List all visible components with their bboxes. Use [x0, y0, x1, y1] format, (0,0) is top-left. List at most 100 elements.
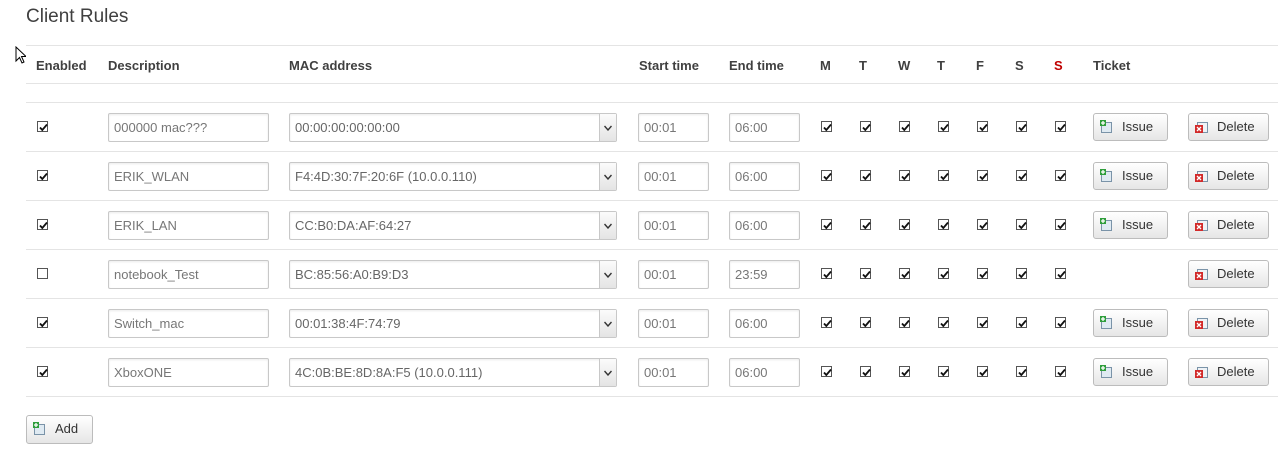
issue-ticket-button[interactable]: Issue: [1093, 162, 1168, 190]
day-monday-checkbox[interactable]: [821, 121, 832, 132]
delete-button[interactable]: Delete: [1188, 309, 1269, 337]
enabled-checkbox[interactable]: [37, 366, 48, 377]
mac-address-select[interactable]: CC:B0:DA:AF:64:27: [289, 211, 617, 240]
delete-button-label: Delete: [1217, 364, 1255, 379]
delete-button[interactable]: Delete: [1188, 162, 1269, 190]
day-wednesday-checkbox[interactable]: [899, 366, 910, 377]
end-time-input[interactable]: 23:59: [729, 260, 800, 289]
day-saturday-checkbox[interactable]: [1016, 317, 1027, 328]
chevron-down-icon[interactable]: [599, 359, 616, 386]
enabled-checkbox[interactable]: [37, 268, 48, 279]
day-thursday-checkbox[interactable]: [938, 170, 949, 181]
end-time-input[interactable]: 06:00: [729, 211, 800, 240]
day-thursday-checkbox[interactable]: [938, 317, 949, 328]
enabled-checkbox[interactable]: [37, 170, 48, 181]
day-tuesday-checkbox[interactable]: [860, 170, 871, 181]
day-tuesday-checkbox[interactable]: [860, 268, 871, 279]
description-input[interactable]: ERIK_WLAN: [108, 162, 269, 191]
start-time-input[interactable]: 00:01: [638, 309, 709, 338]
day-wednesday-checkbox[interactable]: [899, 268, 910, 279]
day-wednesday-checkbox[interactable]: [899, 219, 910, 230]
end-time-input[interactable]: 06:00: [729, 309, 800, 338]
day-friday-checkbox[interactable]: [977, 219, 988, 230]
description-input[interactable]: 000000 mac???: [108, 113, 269, 142]
delete-button[interactable]: Delete: [1188, 211, 1269, 239]
chevron-down-icon[interactable]: [599, 310, 616, 337]
delete-icon: [1195, 220, 1208, 231]
day-thursday-checkbox[interactable]: [938, 366, 949, 377]
add-button-label: Add: [55, 421, 79, 436]
chevron-down-icon[interactable]: [599, 163, 616, 190]
day-monday-checkbox[interactable]: [821, 219, 832, 230]
description-input[interactable]: XboxONE: [108, 358, 269, 387]
delete-button[interactable]: Delete: [1188, 113, 1269, 141]
add-button[interactable]: Add: [26, 415, 93, 444]
day-friday-checkbox[interactable]: [977, 170, 988, 181]
add-icon: [1100, 169, 1112, 182]
start-time-input[interactable]: 00:01: [638, 358, 709, 387]
day-wednesday-checkbox[interactable]: [899, 170, 910, 181]
start-time-input[interactable]: 00:01: [638, 162, 709, 191]
day-friday-checkbox[interactable]: [977, 268, 988, 279]
day-friday-checkbox[interactable]: [977, 317, 988, 328]
day-sunday-checkbox[interactable]: [1055, 268, 1066, 279]
mac-address-value: 4C:0B:BE:8D:8A:F5 (10.0.0.111): [295, 365, 483, 380]
day-tuesday-checkbox[interactable]: [860, 121, 871, 132]
start-time-input[interactable]: 00:01: [638, 211, 709, 240]
mac-address-select[interactable]: 00:01:38:4F:74:79: [289, 309, 617, 338]
chevron-down-icon[interactable]: [599, 261, 616, 288]
day-thursday-checkbox[interactable]: [938, 121, 949, 132]
day-saturday-checkbox[interactable]: [1016, 121, 1027, 132]
mac-address-select[interactable]: 4C:0B:BE:8D:8A:F5 (10.0.0.111): [289, 358, 617, 387]
day-wednesday-checkbox[interactable]: [899, 121, 910, 132]
day-sunday-checkbox[interactable]: [1055, 366, 1066, 377]
day-monday-checkbox[interactable]: [821, 268, 832, 279]
enabled-checkbox[interactable]: [37, 317, 48, 328]
description-input[interactable]: Switch_mac: [108, 309, 269, 338]
delete-icon: [1195, 122, 1208, 133]
day-sunday-checkbox[interactable]: [1055, 317, 1066, 328]
day-saturday-checkbox[interactable]: [1016, 366, 1027, 377]
description-input[interactable]: ERIK_LAN: [108, 211, 269, 240]
end-time-input[interactable]: 06:00: [729, 113, 800, 142]
delete-button[interactable]: Delete: [1188, 358, 1269, 386]
day-sunday-checkbox[interactable]: [1055, 121, 1066, 132]
day-sunday-checkbox[interactable]: [1055, 170, 1066, 181]
day-saturday-checkbox[interactable]: [1016, 219, 1027, 230]
day-thursday-checkbox[interactable]: [938, 219, 949, 230]
header-day-sunday: S: [1054, 58, 1063, 73]
start-time-input[interactable]: 00:01: [638, 260, 709, 289]
description-input[interactable]: notebook_Test: [108, 260, 269, 289]
issue-ticket-button[interactable]: Issue: [1093, 113, 1168, 141]
mac-address-select[interactable]: F4:4D:30:7F:20:6F (10.0.0.110): [289, 162, 617, 191]
table-row: ERIK_WLAN F4:4D:30:7F:20:6F (10.0.0.110)…: [26, 152, 1278, 201]
delete-button[interactable]: Delete: [1188, 260, 1269, 288]
issue-ticket-button[interactable]: Issue: [1093, 309, 1168, 337]
mac-address-select[interactable]: BC:85:56:A0:B9:D3: [289, 260, 617, 289]
day-friday-checkbox[interactable]: [977, 366, 988, 377]
day-thursday-checkbox[interactable]: [938, 268, 949, 279]
day-saturday-checkbox[interactable]: [1016, 170, 1027, 181]
start-time-input[interactable]: 00:01: [638, 113, 709, 142]
table-row: Switch_mac 00:01:38:4F:74:79 00:01 06:00 …: [26, 299, 1278, 348]
day-saturday-checkbox[interactable]: [1016, 268, 1027, 279]
day-tuesday-checkbox[interactable]: [860, 366, 871, 377]
day-monday-checkbox[interactable]: [821, 366, 832, 377]
day-monday-checkbox[interactable]: [821, 317, 832, 328]
day-tuesday-checkbox[interactable]: [860, 219, 871, 230]
day-wednesday-checkbox[interactable]: [899, 317, 910, 328]
day-friday-checkbox[interactable]: [977, 121, 988, 132]
end-time-input[interactable]: 06:00: [729, 162, 800, 191]
issue-button-label: Issue: [1122, 315, 1154, 330]
issue-ticket-button[interactable]: Issue: [1093, 211, 1168, 239]
mac-address-select[interactable]: 00:00:00:00:00:00: [289, 113, 617, 142]
issue-ticket-button[interactable]: Issue: [1093, 358, 1168, 386]
enabled-checkbox[interactable]: [37, 219, 48, 230]
enabled-checkbox[interactable]: [37, 121, 48, 132]
chevron-down-icon[interactable]: [599, 114, 616, 141]
day-sunday-checkbox[interactable]: [1055, 219, 1066, 230]
day-monday-checkbox[interactable]: [821, 170, 832, 181]
end-time-input[interactable]: 06:00: [729, 358, 800, 387]
day-tuesday-checkbox[interactable]: [860, 317, 871, 328]
chevron-down-icon[interactable]: [599, 212, 616, 239]
